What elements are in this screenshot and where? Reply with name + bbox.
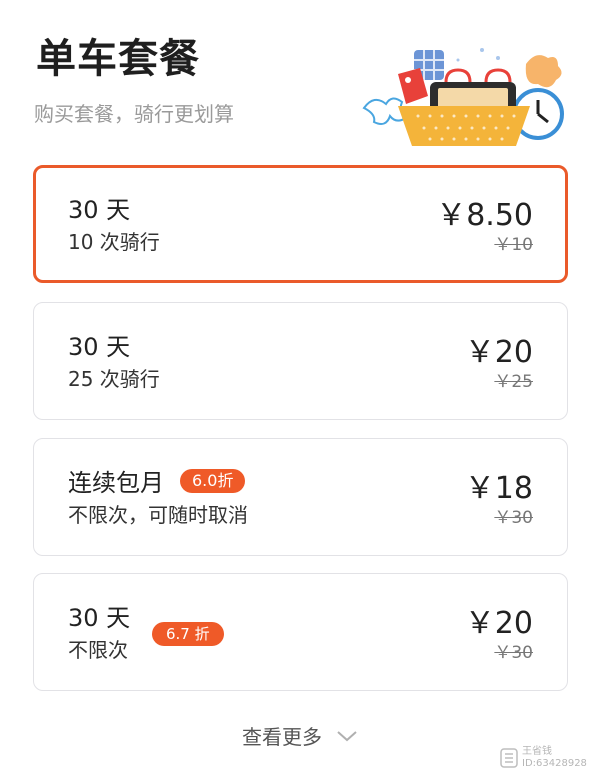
plan-duration: 30 天: [68, 333, 131, 361]
discount-badge: 6.7 折: [152, 622, 224, 646]
plan-rides: 25 次骑行: [68, 367, 160, 391]
plan-price: ￥18: [464, 471, 533, 506]
watermark-logo-icon: [500, 748, 518, 768]
watermark-text: 王省钱 ID:63428928: [522, 746, 587, 770]
plan-duration: 30 天: [68, 604, 131, 632]
plan-original-price: ￥30: [494, 508, 533, 528]
page-title: 单车套餐: [36, 36, 200, 82]
plan-card-monthly-subscription[interactable]: 连续包月 6.0折 不限次，可随时取消 ￥18 ￥30: [33, 438, 568, 556]
see-more-label: 查看更多: [242, 725, 322, 749]
watermark-id: ID:63428928: [522, 758, 587, 769]
plan-original-price: ￥25: [494, 372, 533, 392]
plan-original-price: ￥30: [494, 643, 533, 663]
plan-card-30day-unlimited[interactable]: 30 天 不限次 6.7 折 ￥20 ￥30: [33, 573, 568, 691]
plan-name: 连续包月: [68, 469, 164, 497]
plan-name-row: 连续包月 6.0折: [68, 463, 246, 498]
plan-rides: 不限次: [68, 638, 128, 662]
plan-rides: 10 次骑行: [68, 230, 160, 254]
shopping-basket-illustration: [362, 48, 564, 146]
plan-duration: 30 天: [68, 196, 131, 224]
plan-price: ￥20: [464, 606, 533, 641]
chevron-down-icon: [337, 730, 357, 741]
plan-card-30day-25rides[interactable]: 30 天 25 次骑行 ￥20 ￥25: [33, 302, 568, 420]
watermark-name: 王省钱: [522, 746, 552, 757]
plan-price: ￥20: [464, 335, 533, 370]
plan-price: ￥8.50: [436, 198, 533, 233]
watermark: 王省钱 ID:63428928: [500, 744, 596, 772]
plan-terms: 不限次，可随时取消: [68, 503, 248, 527]
page-subtitle: 购买套餐，骑行更划算: [34, 102, 234, 126]
bike-plan-page: 单车套餐 购买套餐，骑行更划算 30 天 10 次骑行 ￥8.50 ￥10 30…: [0, 0, 600, 775]
discount-badge: 6.0折: [180, 468, 246, 493]
plan-card-30day-10rides[interactable]: 30 天 10 次骑行 ￥8.50 ￥10: [33, 165, 568, 283]
plan-original-price: ￥10: [494, 235, 533, 255]
